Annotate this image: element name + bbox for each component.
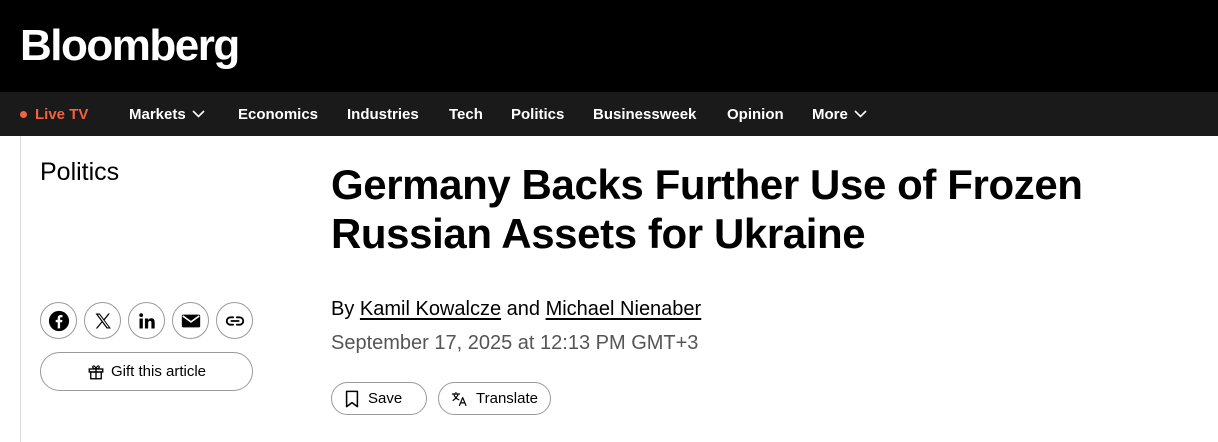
x-icon bbox=[95, 313, 111, 328]
translate-icon bbox=[451, 391, 467, 406]
article-headline: Germany Backs Further Use of Frozen Russ… bbox=[331, 161, 1083, 257]
gift-icon bbox=[88, 364, 104, 379]
nav-economics-label: Economics bbox=[238, 105, 319, 123]
author-link[interactable]: Michael Nienaber bbox=[546, 298, 702, 320]
share-facebook-button[interactable] bbox=[40, 302, 77, 339]
nav-politics-label: Politics bbox=[511, 105, 565, 123]
nav-economics[interactable]: Economics bbox=[238, 92, 318, 136]
nav-markets-label: Markets bbox=[129, 105, 186, 123]
nav-industries[interactable]: Industries bbox=[347, 92, 419, 136]
link-icon bbox=[225, 315, 244, 326]
main-nav: Live TV Markets Economics Industries Tec… bbox=[0, 92, 1218, 136]
byline-joiner: and bbox=[506, 298, 541, 320]
nav-opinion[interactable]: Opinion bbox=[727, 92, 784, 136]
publish-date: September 17, 2025 at 12:13 PM GMT+3 bbox=[331, 332, 699, 354]
content-divider bbox=[20, 136, 21, 442]
section-label[interactable]: Politics bbox=[40, 158, 119, 187]
share-linkedin-button[interactable] bbox=[128, 302, 165, 339]
translate-button[interactable]: Translate bbox=[438, 382, 551, 415]
chevron-down-icon bbox=[854, 110, 867, 118]
live-dot-icon bbox=[20, 110, 27, 118]
nav-politics[interactable]: Politics bbox=[511, 92, 564, 136]
email-icon bbox=[181, 314, 200, 327]
share-email-button[interactable] bbox=[172, 302, 209, 339]
bookmark-icon bbox=[345, 390, 359, 407]
nav-tech-label: Tech bbox=[449, 105, 483, 123]
bloomberg-logo[interactable]: Bloomberg bbox=[20, 18, 240, 74]
nav-more[interactable]: More bbox=[812, 92, 867, 136]
save-label: Save bbox=[368, 390, 403, 407]
facebook-icon bbox=[48, 310, 69, 331]
translate-label: Translate bbox=[476, 390, 538, 407]
byline-prefix: By bbox=[331, 298, 355, 320]
share-x-button[interactable] bbox=[84, 302, 121, 339]
share-buttons bbox=[40, 302, 253, 339]
nav-opinion-label: Opinion bbox=[727, 105, 784, 123]
chevron-down-icon bbox=[192, 110, 205, 118]
save-button[interactable]: Save bbox=[331, 382, 427, 415]
author-link[interactable]: Kamil Kowalcze bbox=[360, 298, 501, 320]
top-header: Bloomberg bbox=[0, 0, 1218, 92]
nav-more-label: More bbox=[812, 105, 848, 123]
nav-businessweek-label: Businessweek bbox=[593, 105, 697, 123]
nav-live-label: Live TV bbox=[35, 105, 89, 123]
nav-industries-label: Industries bbox=[347, 105, 419, 123]
linkedin-icon bbox=[138, 312, 155, 328]
gift-article-button[interactable]: Gift this article bbox=[40, 352, 253, 391]
nav-businessweek[interactable]: Businessweek bbox=[593, 92, 696, 136]
gift-article-label: Gift this article bbox=[110, 363, 207, 380]
byline: By Kamil Kowalcze and Michael Nienaber bbox=[331, 298, 701, 321]
share-link-button[interactable] bbox=[216, 302, 253, 339]
nav-tech[interactable]: Tech bbox=[449, 92, 483, 136]
nav-markets[interactable]: Markets bbox=[129, 92, 205, 136]
nav-live-tv[interactable]: Live TV bbox=[20, 92, 88, 136]
